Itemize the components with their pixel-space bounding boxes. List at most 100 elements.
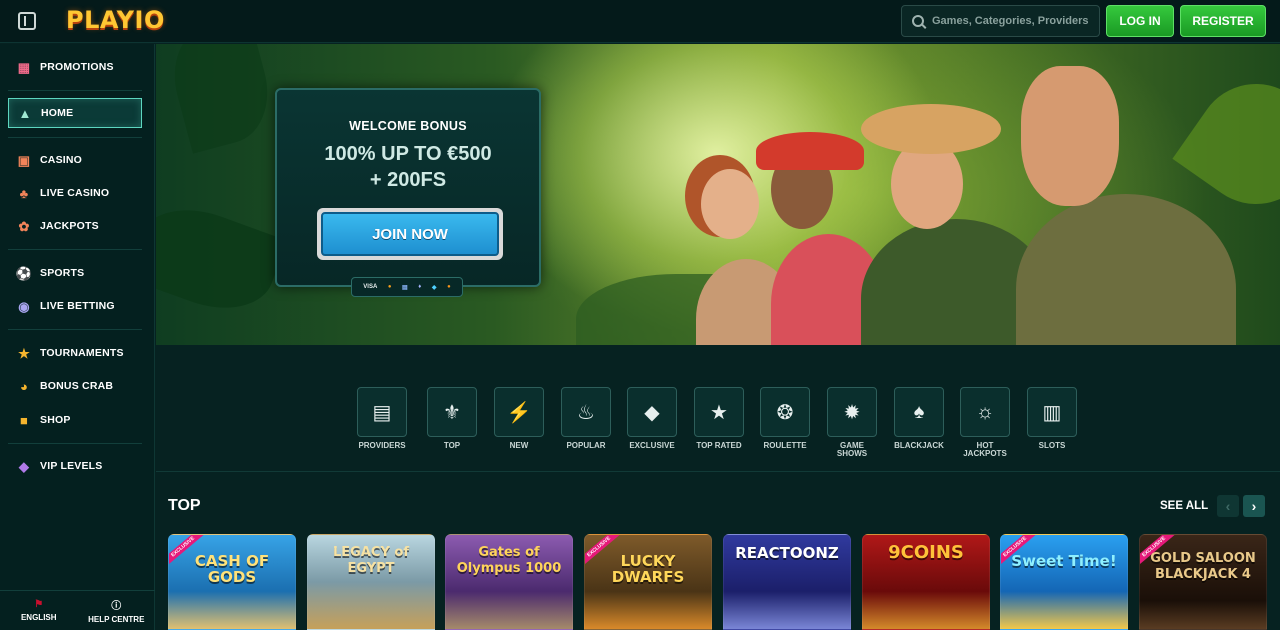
chevron-left-icon: ‹ <box>1225 498 1231 514</box>
help-label: HELP CENTRE <box>88 615 145 624</box>
category-label: PROVIDERS <box>358 441 406 450</box>
game-title: REACTOONZ <box>735 544 839 562</box>
game-tile[interactable]: EXCLUSIVE GOLD SALOON BLACKJACK 4 <box>1139 534 1267 630</box>
language-selector[interactable]: ⚑ ENGLISH <box>0 591 78 630</box>
category-label: ROULETTE <box>763 441 807 450</box>
slots-icon: ▥ <box>1027 387 1077 437</box>
explorer-head <box>1021 66 1119 206</box>
bonus-offer-line2: + 200FS <box>369 169 447 191</box>
crypto-icon: ◆ <box>431 284 437 291</box>
sidebar-item-jackpots[interactable]: ✿ JACKPOTS <box>8 211 142 241</box>
category-providers[interactable]: ▤ PROVIDERS <box>356 387 408 450</box>
sidebar-item-live-betting[interactable]: ◉ LIVE BETTING <box>8 291 142 321</box>
game-tile[interactable]: EXCLUSIVE LUCKY DWARFS <box>584 534 712 630</box>
spade-icon: ♠ <box>894 387 944 437</box>
home-icon: ▲ <box>18 105 32 121</box>
providers-icon: ▤ <box>357 387 407 437</box>
game-tile[interactable]: 9COINS <box>862 534 990 630</box>
divider <box>8 90 142 91</box>
sidebar-item-label: BONUS CRAB <box>40 380 114 392</box>
search-icon <box>912 15 924 27</box>
sidebar-item-label: SHOP <box>40 414 71 426</box>
chevron-right-icon: › <box>1251 498 1257 514</box>
sidebar-item-promotions[interactable]: ▦ PROMOTIONS <box>8 52 142 82</box>
category-label: HOT JACKPOTS <box>963 441 1007 458</box>
category-slots[interactable]: ▥ SLOTS <box>1026 387 1078 450</box>
game-tile[interactable]: EXCLUSIVE Sweet Time! <box>1000 534 1128 630</box>
flame-icon: ♨ <box>561 387 611 437</box>
category-new[interactable]: ⚡ NEW <box>493 387 545 450</box>
category-roulette[interactable]: ❂ ROULETTE <box>759 387 811 450</box>
help-icon: ⓘ <box>111 601 122 612</box>
sidebar-item-sports[interactable]: ⚽ SPORTS <box>8 258 142 288</box>
carousel-next-button[interactable]: › <box>1243 495 1265 517</box>
category-label: GAME SHOWS <box>836 441 868 458</box>
search-box[interactable] <box>901 5 1100 37</box>
straw-hat <box>861 104 1001 154</box>
sidebar-footer: ⚑ ENGLISH ⓘ HELP CENTRE <box>0 590 155 630</box>
hot-jackpot-icon: ☼ <box>960 387 1010 437</box>
help-centre-link[interactable]: ⓘ HELP CENTRE <box>78 591 156 630</box>
game-title: LEGACY of EGYPT <box>333 545 409 576</box>
see-all-link[interactable]: SEE ALL <box>1160 500 1208 512</box>
site-logo[interactable]: PLAYIO <box>66 6 165 34</box>
carousel-prev-button[interactable]: ‹ <box>1217 495 1239 517</box>
hero-banner[interactable]: WELCOME BONUS 100% UP TO €500 + 200FS JO… <box>156 44 1280 345</box>
sidebar-item-casino[interactable]: ▣ CASINO <box>8 145 142 175</box>
game-title: 9COINS <box>888 542 964 563</box>
fleur-icon: ⚜ <box>427 387 477 437</box>
star-icon: ★ <box>694 387 744 437</box>
top-bar: PLAYIO LOG IN REGISTER <box>0 0 1280 43</box>
bonus-title: WELCOME BONUS <box>349 119 467 133</box>
game-tile[interactable]: EXCLUSIVE CASH OF GODS <box>168 534 296 630</box>
category-blackjack[interactable]: ♠ BLACKJACK <box>893 387 945 450</box>
category-top-rated[interactable]: ★ TOP RATED <box>693 387 745 450</box>
sidebar-item-label: CASINO <box>40 154 83 166</box>
category-hot-jackpots[interactable]: ☼ HOT JACKPOTS <box>959 387 1011 458</box>
sidebar-item-label: VIP LEVELS <box>40 460 103 472</box>
shop-icon: ■ <box>19 412 29 428</box>
game-tile[interactable]: Gates of Olympus 1000 <box>445 534 573 630</box>
sidebar-item-label: PROMOTIONS <box>40 61 114 73</box>
category-row: ▤ PROVIDERS ⚜ TOP ⚡ NEW ♨ POPULAR ◆ EXCL… <box>356 387 1086 462</box>
sidebar-item-tournaments[interactable]: ★ TOURNAMENTS <box>8 338 142 368</box>
category-popular[interactable]: ♨ POPULAR <box>560 387 612 450</box>
bonus-offer-line1: 100% UP TO €500 <box>324 143 492 165</box>
gem-icon: ◆ <box>627 387 677 437</box>
sidebar-item-label: TOURNAMENTS <box>40 347 124 359</box>
sidebar-item-vip-levels[interactable]: ◆ VIP LEVELS <box>8 451 142 481</box>
ethereum-icon: ♦ <box>418 284 422 290</box>
category-label: EXCLUSIVE <box>629 441 675 450</box>
sidebar-item-live-casino[interactable]: ♣ LIVE CASINO <box>8 178 142 208</box>
login-button[interactable]: LOG IN <box>1106 5 1174 37</box>
sidebar-item-home[interactable]: ▲ HOME <box>8 98 142 128</box>
divider <box>8 443 142 444</box>
divider <box>8 329 142 330</box>
casino-icon: ▣ <box>17 152 31 168</box>
register-button[interactable]: REGISTER <box>1180 5 1266 37</box>
crab-icon: ◕ <box>19 378 29 394</box>
category-label: TOP <box>443 441 461 450</box>
search-input[interactable] <box>932 15 1092 27</box>
category-top[interactable]: ⚜ TOP <box>426 387 478 450</box>
category-game-shows[interactable]: ✹ GAME SHOWS <box>826 387 878 458</box>
category-label: POPULAR <box>566 441 606 450</box>
live-casino-icon: ♣ <box>19 185 29 201</box>
category-label: SLOTS <box>1038 441 1066 450</box>
jungle-leaf <box>1172 60 1280 228</box>
mastercard-icon: ● <box>387 284 392 290</box>
category-label: NEW <box>509 441 529 450</box>
flag-icon: ⚑ <box>34 599 44 610</box>
category-label: BLACKJACK <box>894 441 944 450</box>
sidebar: ▦ PROMOTIONS ▲ HOME ▣ CASINO ♣ LIVE CASI… <box>0 44 155 630</box>
category-exclusive[interactable]: ◆ EXCLUSIVE <box>626 387 678 450</box>
sidebar-toggle-icon[interactable] <box>18 12 36 30</box>
sidebar-item-bonus-crab[interactable]: ◕ BONUS CRAB <box>8 371 142 401</box>
sidebar-item-label: LIVE BETTING <box>40 300 115 312</box>
game-tile[interactable]: LEGACY of EGYPT <box>307 534 435 630</box>
join-now-button[interactable]: JOIN NOW <box>317 208 503 260</box>
gift-icon: ▦ <box>17 59 31 75</box>
sidebar-item-shop[interactable]: ■ SHOP <box>8 405 142 435</box>
divider <box>8 249 142 250</box>
game-tile[interactable]: REACTOONZ <box>723 534 851 630</box>
